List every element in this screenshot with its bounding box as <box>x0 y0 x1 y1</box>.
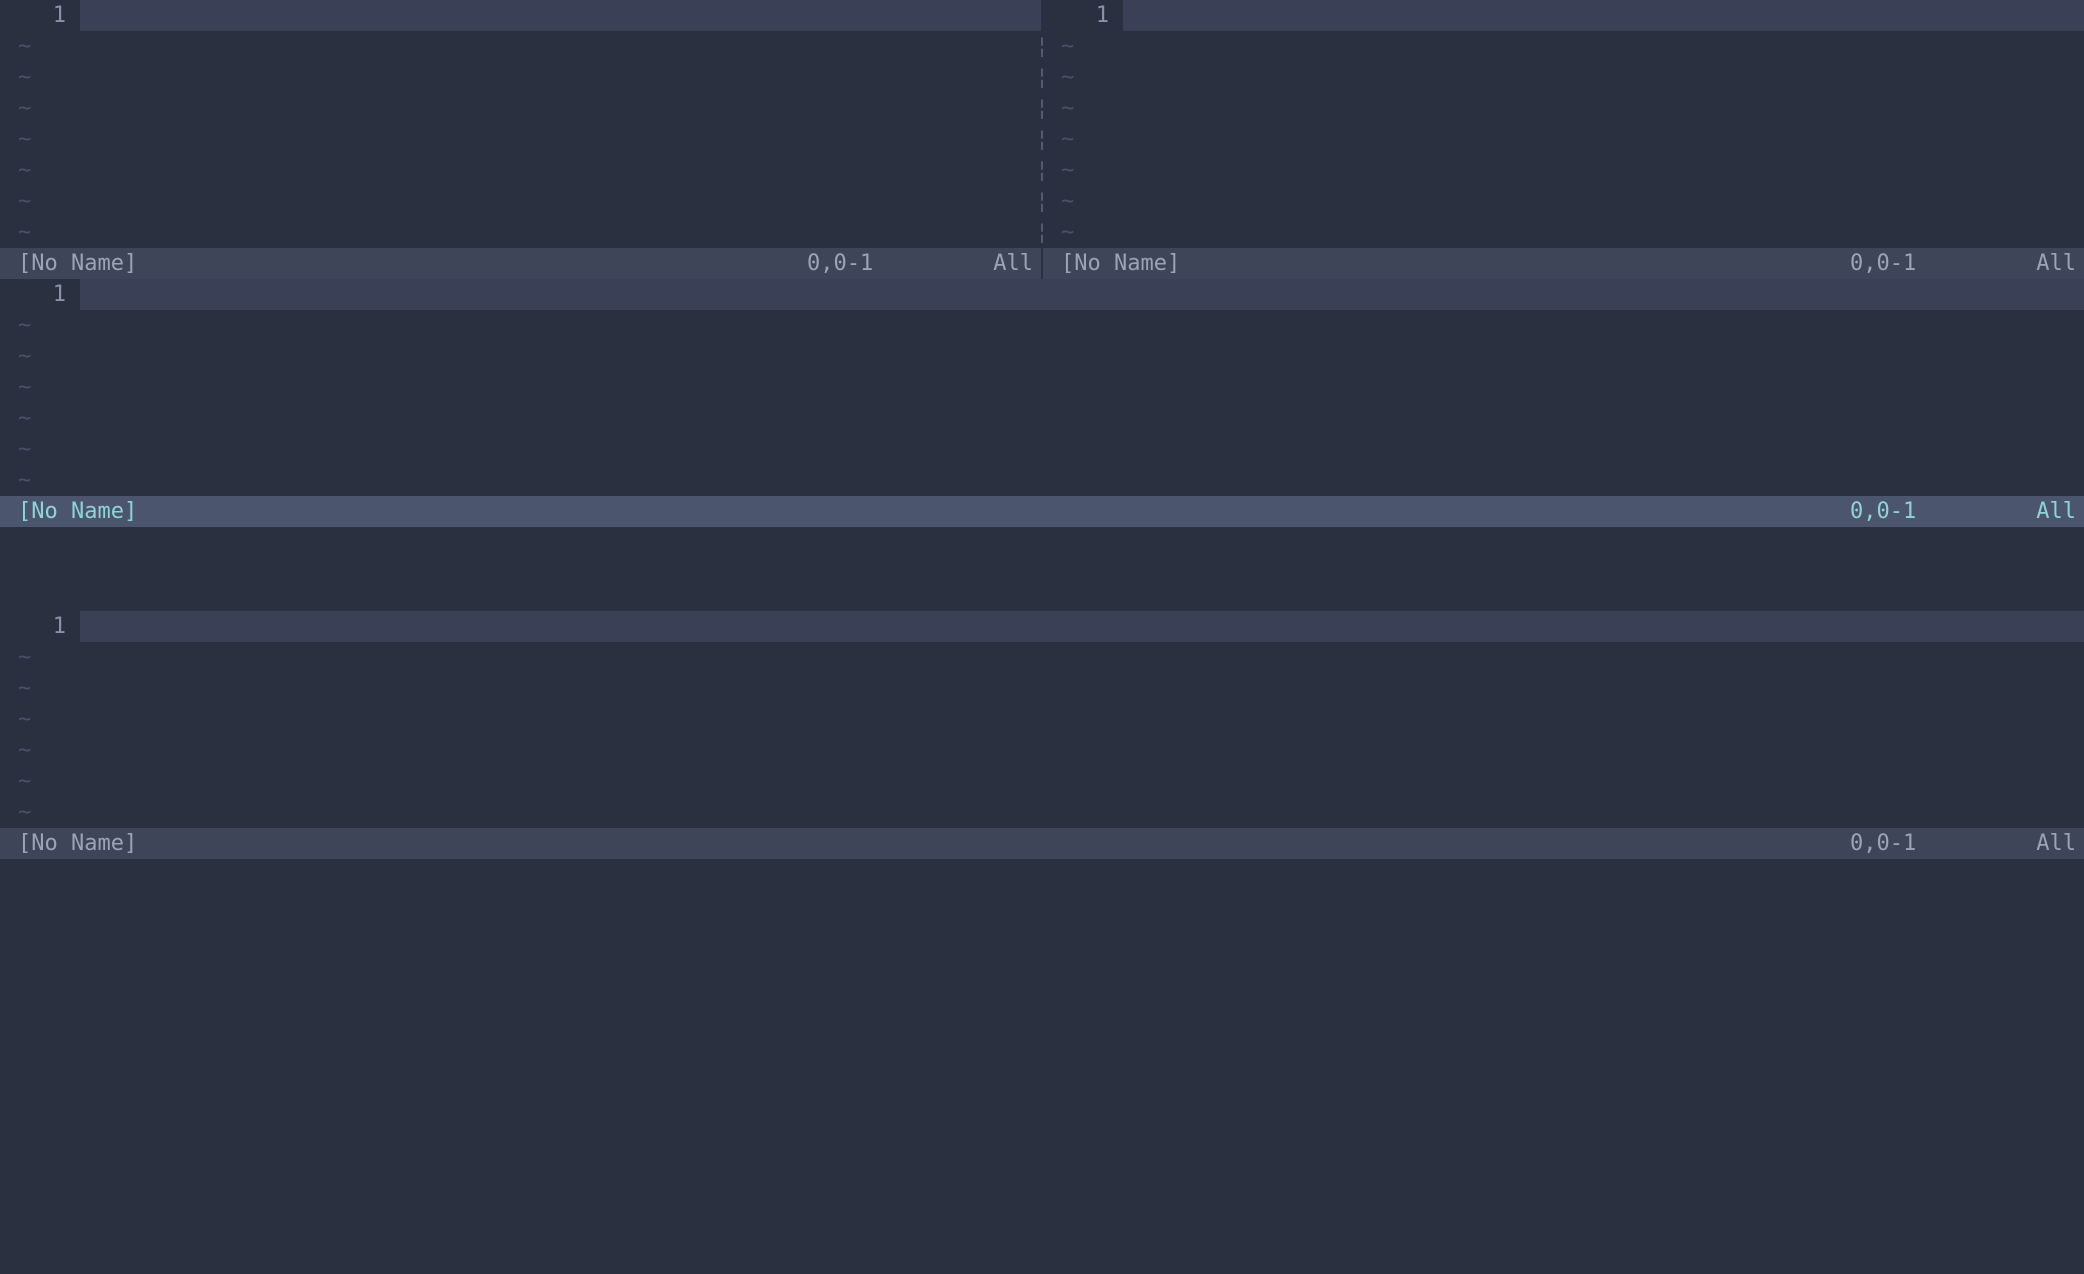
pane-top-left[interactable]: 1 ~ ~ ~ ~ ~ ~ ~ [No Name] 0,0-1 All <box>0 0 1041 279</box>
tilde-icon: ~ <box>0 642 31 673</box>
pane-top-right[interactable]: 1 ~ ~ ~ ~ ~ ~ ~ [No Name] 0,0-1 All <box>1043 0 2084 279</box>
buffer-line[interactable]: 1 <box>0 0 1041 31</box>
current-line-highlight[interactable] <box>80 611 2084 642</box>
tilde-icon: ~ <box>0 372 31 403</box>
statusline-active: [No Name] 0,0-1 All <box>0 496 2084 527</box>
empty-line: ~ <box>0 642 2084 673</box>
line-number: 1 <box>0 0 80 31</box>
status-buffer-name: [No Name] <box>18 248 137 279</box>
empty-line: ~ <box>0 31 1041 62</box>
command-line[interactable] <box>0 942 2084 1274</box>
tilde-icon: ~ <box>0 217 31 248</box>
buffer-line[interactable]: 1 <box>1043 0 2084 31</box>
buffer-area[interactable]: 1 ~ ~ ~ ~ ~ ~ ~ <box>1043 0 2084 248</box>
empty-line: ~ <box>0 93 1041 124</box>
status-cursor-pos: 0,0-1 <box>1850 828 2036 859</box>
buffer-area[interactable]: 1 ~ ~ ~ ~ ~ ~ <box>0 279 2084 496</box>
status-percent: All <box>2036 828 2078 859</box>
status-cursor-pos: 0,0-1 <box>807 248 993 279</box>
current-line-highlight[interactable] <box>80 279 2084 310</box>
empty-line: ~ <box>1043 186 2084 217</box>
tilde-icon: ~ <box>1043 186 1074 217</box>
tilde-icon: ~ <box>1043 217 1074 248</box>
empty-line: ~ <box>1043 62 2084 93</box>
buffer-area[interactable]: 1 ~ ~ ~ ~ ~ ~ <box>0 611 2084 828</box>
current-line-highlight[interactable] <box>1123 0 2084 31</box>
tilde-icon: ~ <box>1043 124 1074 155</box>
tilde-icon: ~ <box>1043 93 1074 124</box>
empty-line: ~ <box>0 124 1041 155</box>
tilde-icon: ~ <box>1043 31 1074 62</box>
status-percent: All <box>993 248 1035 279</box>
tilde-icon: ~ <box>0 31 31 62</box>
statusline: [No Name] 0,0-1 All <box>0 248 1041 279</box>
status-buffer-name: [No Name] <box>18 496 137 527</box>
editor-root: 1 ~ ~ ~ ~ ~ ~ ~ [No Name] 0,0-1 All ¦ <box>0 0 2084 1274</box>
tilde-icon: ~ <box>0 124 31 155</box>
empty-line: ~ <box>0 217 1041 248</box>
tilde-icon: ~ <box>0 465 31 496</box>
empty-line: ~ <box>0 403 2084 434</box>
tilde-icon: ~ <box>0 62 31 93</box>
status-buffer-name: [No Name] <box>1061 248 1180 279</box>
tilde-icon: ~ <box>0 93 31 124</box>
tilde-icon: ~ <box>0 797 31 828</box>
status-cursor-pos: 0,0-1 <box>1850 496 2036 527</box>
empty-line: ~ <box>0 186 1041 217</box>
empty-line: ~ <box>1043 93 2084 124</box>
tilde-icon: ~ <box>0 735 31 766</box>
pane-bottom[interactable]: 1 ~ ~ ~ ~ ~ ~ [No Name] 0,0-1 All <box>0 611 2084 943</box>
tilde-icon: ~ <box>0 155 31 186</box>
empty-line: ~ <box>0 797 2084 828</box>
empty-line: ~ <box>0 704 2084 735</box>
empty-line: ~ <box>0 465 2084 496</box>
status-percent: All <box>2036 496 2078 527</box>
top-split-row: 1 ~ ~ ~ ~ ~ ~ ~ [No Name] 0,0-1 All ¦ <box>0 0 2084 279</box>
tilde-icon: ~ <box>0 704 31 735</box>
current-line-highlight[interactable] <box>80 0 1041 31</box>
tilde-icon: ~ <box>0 310 31 341</box>
empty-line: ~ <box>1043 31 2084 62</box>
statusline: [No Name] 0,0-1 All <box>1043 248 2084 279</box>
empty-line: ~ <box>1043 155 2084 186</box>
pane-middle[interactable]: 1 ~ ~ ~ ~ ~ ~ [No Name] 0,0-1 All <box>0 279 2084 611</box>
tilde-icon: ~ <box>1043 62 1074 93</box>
buffer-area[interactable]: 1 ~ ~ ~ ~ ~ ~ ~ <box>0 0 1041 248</box>
statusline: [No Name] 0,0-1 All <box>0 828 2084 859</box>
empty-line: ~ <box>0 62 1041 93</box>
tilde-icon: ~ <box>0 403 31 434</box>
tilde-icon: ~ <box>0 434 31 465</box>
empty-line: ~ <box>0 434 2084 465</box>
buffer-line[interactable]: 1 <box>0 279 2084 310</box>
empty-line: ~ <box>0 673 2084 704</box>
empty-line: ~ <box>0 341 2084 372</box>
tilde-icon: ~ <box>0 341 31 372</box>
empty-line: ~ <box>1043 217 2084 248</box>
line-number: 1 <box>1043 0 1123 31</box>
empty-line: ~ <box>0 310 2084 341</box>
tilde-icon: ~ <box>0 673 31 704</box>
line-number: 1 <box>0 279 80 310</box>
empty-line: ~ <box>0 735 2084 766</box>
tilde-icon: ~ <box>0 186 31 217</box>
tilde-icon: ~ <box>1043 155 1074 186</box>
empty-line: ~ <box>0 155 1041 186</box>
status-buffer-name: [No Name] <box>18 828 137 859</box>
buffer-line[interactable]: 1 <box>0 611 2084 642</box>
tilde-icon: ~ <box>0 766 31 797</box>
empty-line: ~ <box>0 372 2084 403</box>
empty-line: ~ <box>1043 124 2084 155</box>
status-percent: All <box>2036 248 2078 279</box>
line-number: 1 <box>0 611 80 642</box>
empty-line: ~ <box>0 766 2084 797</box>
status-cursor-pos: 0,0-1 <box>1850 248 2036 279</box>
